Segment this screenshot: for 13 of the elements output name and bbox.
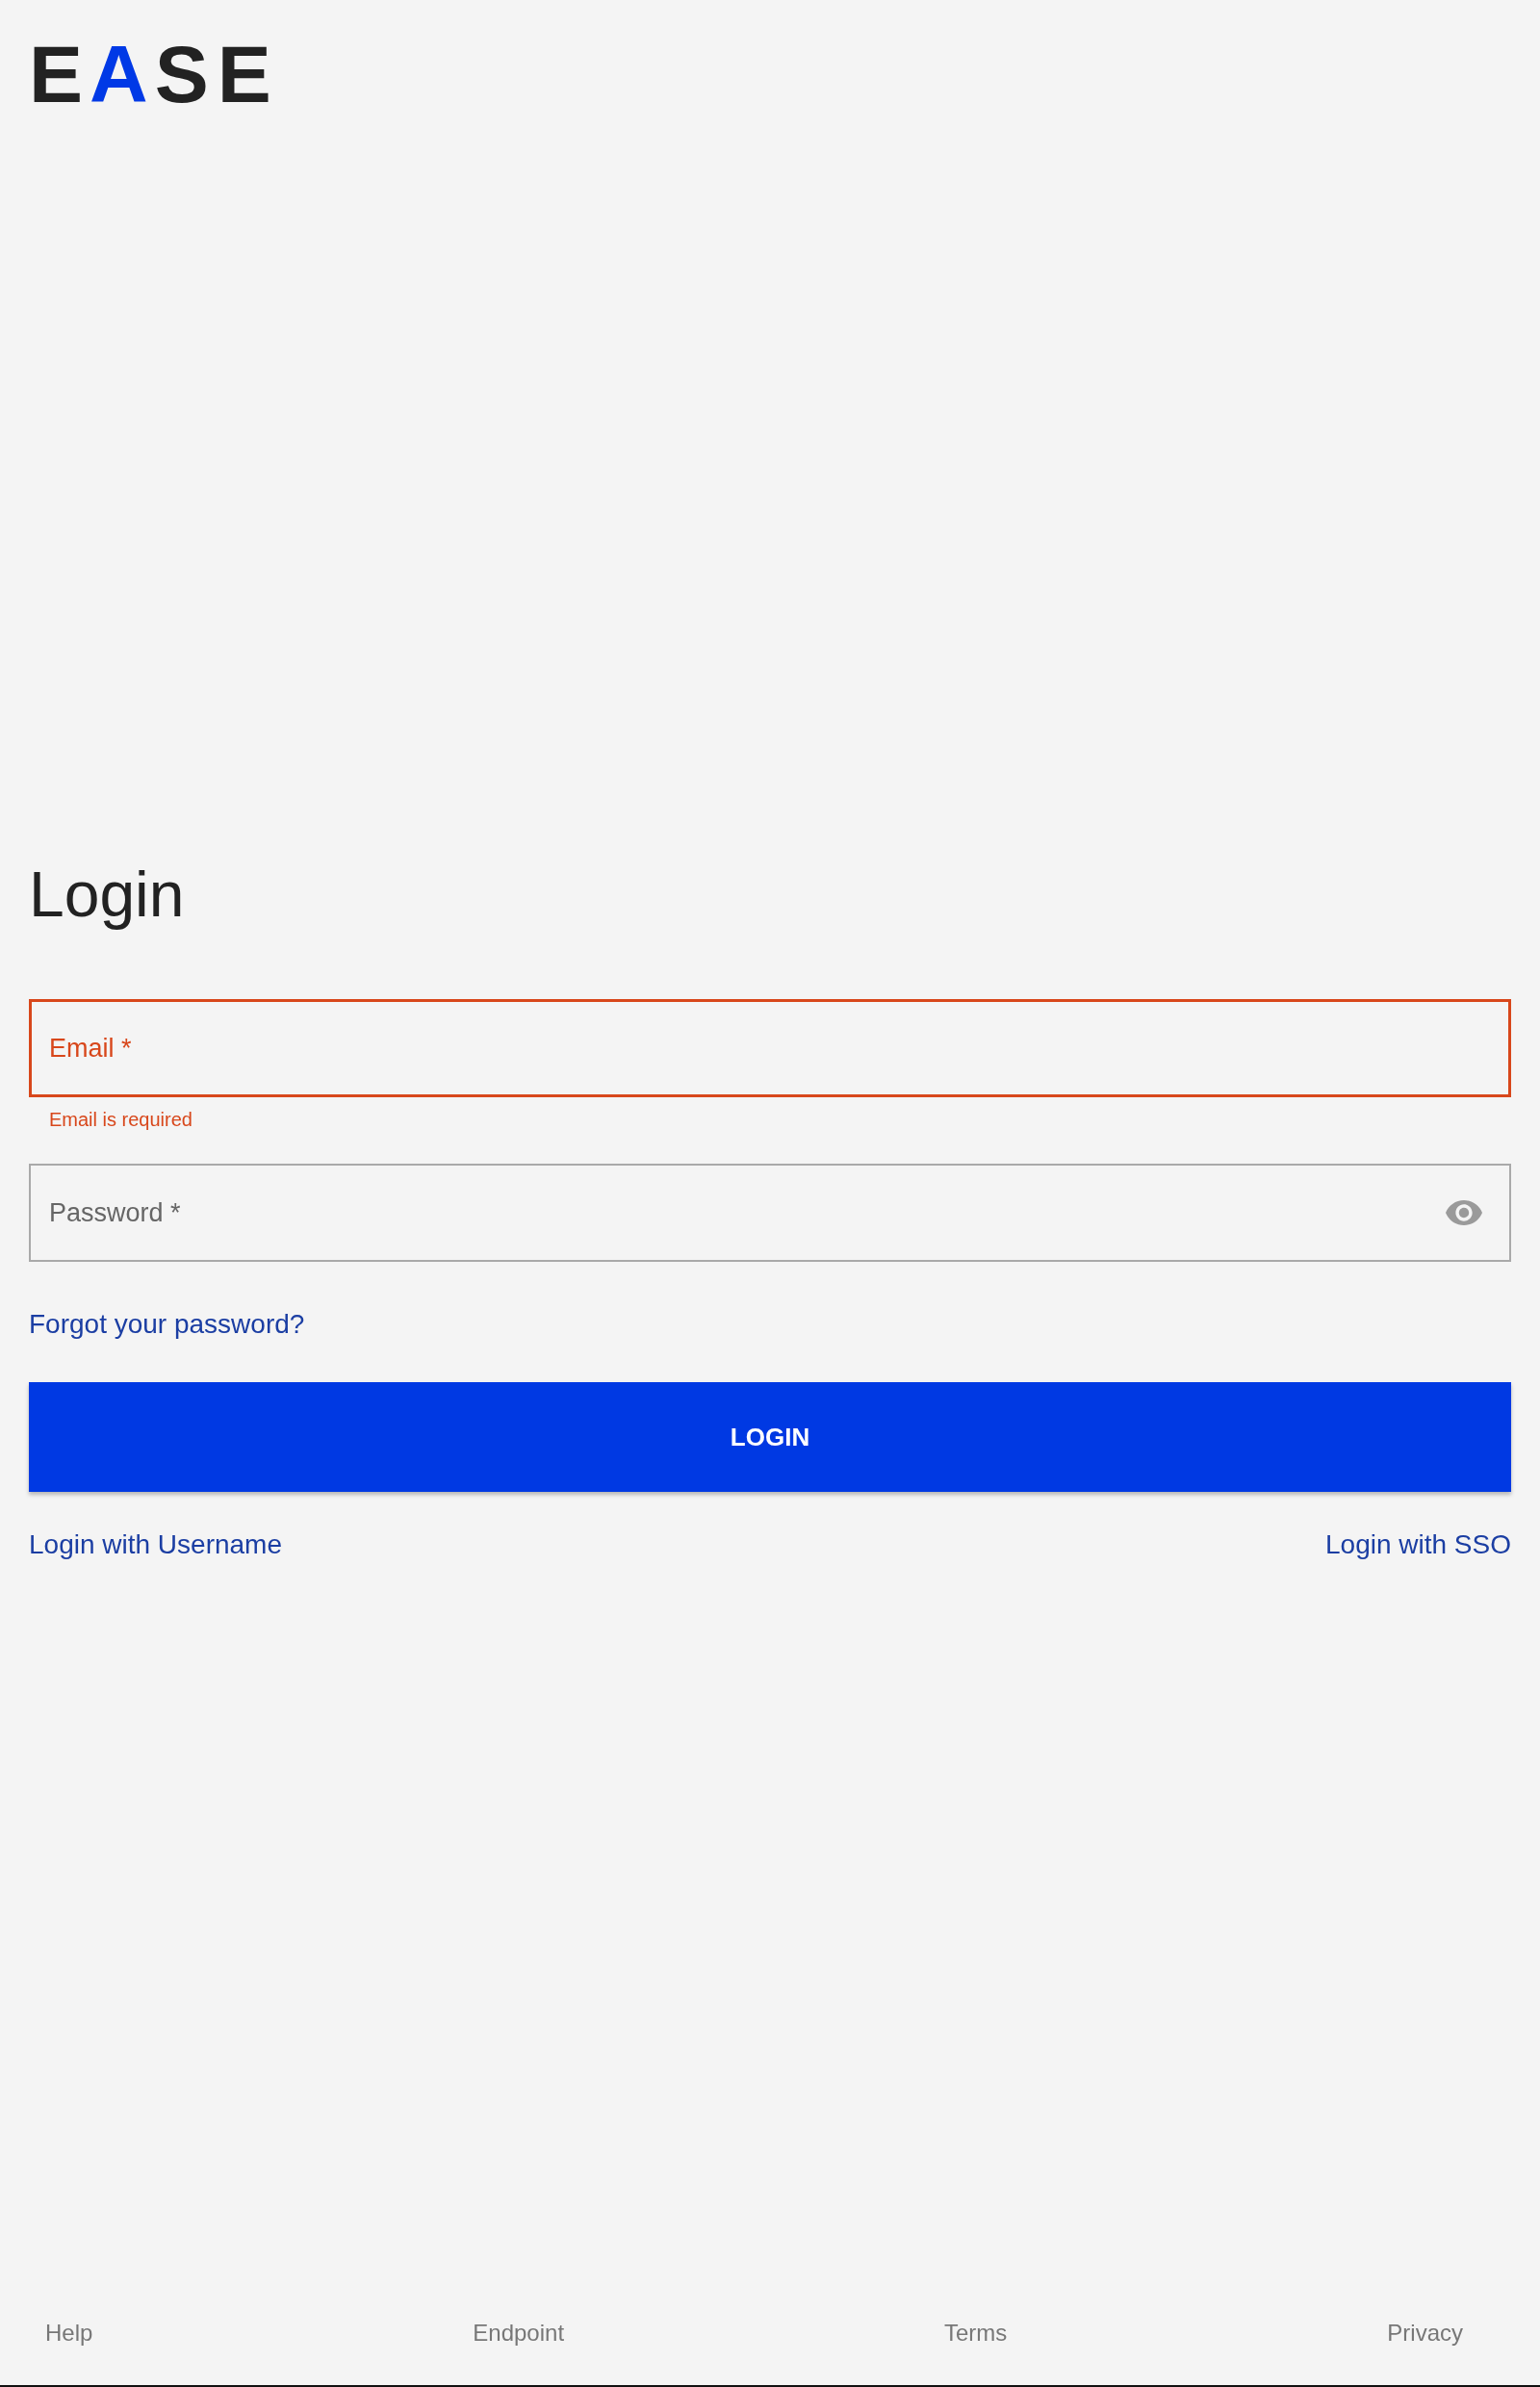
eye-icon[interactable] [1446, 1200, 1482, 1225]
input-field[interactable]: Email * [29, 999, 1511, 1097]
forgot-password-link[interactable]: Forgot your password? [29, 1308, 305, 1341]
error-message: Email is required [48, 1108, 192, 1131]
footer-link[interactable]: Endpoint [473, 2319, 565, 2348]
footer-link[interactable]: Terms [944, 2319, 1008, 2348]
footer-link[interactable]: Help [45, 2319, 93, 2348]
footer-link[interactable]: Privacy [1387, 2319, 1463, 2348]
login-option-link[interactable]: Login with SSO [1325, 1528, 1511, 1561]
input-field[interactable]: Password * [29, 1164, 1511, 1262]
logo: EASE [29, 34, 271, 115]
login-option-link[interactable]: Login with Username [29, 1528, 283, 1561]
login-button[interactable]: LOGIN [29, 1382, 1511, 1492]
